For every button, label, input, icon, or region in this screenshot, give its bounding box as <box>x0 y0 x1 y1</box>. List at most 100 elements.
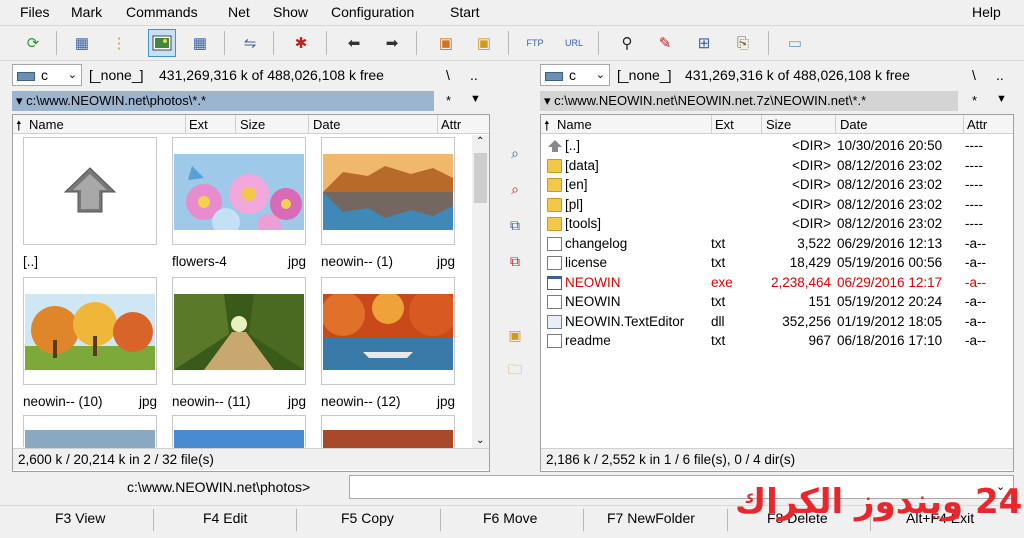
menu-files[interactable]: Files <box>20 4 50 20</box>
file-row[interactable]: [pl] 08/12/2016 23:02 ---- <DIR> <box>545 196 993 215</box>
left-file-panel[interactable]: 🠕 Name Ext Size Date Attr [..] flowers-4… <box>12 114 490 472</box>
menu-show[interactable]: Show <box>273 4 308 20</box>
left-history-star[interactable]: * <box>446 93 451 108</box>
f4-edit-button[interactable]: F4 Edit <box>203 510 247 526</box>
left-history-dropdown-icon[interactable]: ▼ <box>470 93 481 105</box>
col-attr[interactable]: Attr <box>441 117 461 132</box>
thumbnail-partial[interactable] <box>23 415 157 448</box>
refresh-icon[interactable]: ⟳ <box>19 29 47 57</box>
file-row[interactable]: readme txt 06/18/2016 17:10 -a-- 967 <box>545 332 993 351</box>
f6-move-button[interactable]: F6 Move <box>483 510 537 526</box>
col-attr[interactable]: Attr <box>967 117 987 132</box>
copy-files-icon[interactable]: ⧉ <box>504 214 526 236</box>
menu-help[interactable]: Help <box>972 4 1001 20</box>
ftp-connect-icon[interactable]: FTP <box>521 29 549 57</box>
thumbnail-neowin-1[interactable] <box>321 137 455 245</box>
menu-start[interactable]: Start <box>450 4 480 20</box>
file-row[interactable]: license txt 05/19/2016 00:56 -a-- 18,429 <box>545 254 993 273</box>
file-row[interactable]: NEOWIN exe 06/29/2016 12:17 -a-- 2,238,464 <box>545 274 993 293</box>
rename-icon[interactable]: ✎ <box>651 29 679 57</box>
unpack-icon[interactable]: ▣ <box>470 29 498 57</box>
f5-copy-button[interactable]: F5 Copy <box>341 510 394 526</box>
file-ext: txt <box>711 255 726 270</box>
file-row[interactable]: [en] 08/12/2016 23:02 ---- <DIR> <box>545 176 993 195</box>
file-row[interactable]: NEOWIN txt 05/19/2012 20:24 -a-- 151 <box>545 293 993 312</box>
left-drive-select[interactable]: c ⌄ <box>12 64 82 86</box>
right-up-button[interactable]: .. <box>996 67 1004 83</box>
copy-names-icon[interactable]: ⎘ <box>729 29 757 57</box>
exe-icon <box>547 275 562 290</box>
menu-mark[interactable]: Mark <box>71 4 102 20</box>
scrollbar-thumb[interactable] <box>474 153 487 203</box>
multi-rename-icon[interactable]: ⊞ <box>690 29 718 57</box>
move-files-icon[interactable]: ⧉ <box>504 250 526 272</box>
thumbnail-partial[interactable] <box>172 415 306 448</box>
left-up-button[interactable]: .. <box>470 67 478 83</box>
left-path[interactable]: ▾ c:\www.NEOWIN.net\photos\*.* <box>12 91 434 111</box>
right-root-button[interactable]: \ <box>972 67 976 83</box>
file-row[interactable]: NEOWIN.TextEditor dll 01/19/2012 18:05 -a--… <box>545 313 993 332</box>
drive-icon <box>17 71 35 81</box>
file-row[interactable]: [..] 10/30/2016 20:50 ---- <DIR> <box>545 137 993 156</box>
search-icon[interactable]: ⚲ <box>613 29 641 57</box>
col-date[interactable]: Date <box>313 117 340 132</box>
col-size[interactable]: Size <box>766 117 791 132</box>
fkey-separator <box>727 509 728 531</box>
thumbnail-name: neowin-- (1) <box>321 254 394 269</box>
new-folder-icon[interactable]: 🗀 <box>504 360 526 382</box>
right-history-star[interactable]: * <box>972 93 977 108</box>
col-size[interactable]: Size <box>240 117 265 132</box>
toolbar-separator <box>768 31 769 55</box>
right-path[interactable]: ▾ c:\www.NEOWIN.net\NEOWIN.net.7z\NEOWIN… <box>540 91 958 111</box>
pack-files-icon[interactable]: ▣ <box>504 324 526 346</box>
folder-icon <box>547 178 562 192</box>
col-name[interactable]: Name <box>29 117 64 132</box>
thumbnail-neowin-11[interactable] <box>172 277 306 385</box>
thumbnail-parent-dir[interactable] <box>23 137 157 245</box>
col-ext[interactable]: Ext <box>189 117 208 132</box>
back-icon[interactable]: ⬅ <box>340 29 368 57</box>
view-file-icon[interactable]: ⌕ <box>504 142 526 164</box>
f3-view-button[interactable]: F3 View <box>55 510 105 526</box>
forward-icon[interactable]: ➡ <box>378 29 406 57</box>
f7-newfolder-button[interactable]: F7 NewFolder <box>607 510 695 526</box>
notepad-icon[interactable]: ▭ <box>781 29 809 57</box>
col-name[interactable]: Name <box>557 117 592 132</box>
rocks-lake-image <box>323 154 453 230</box>
target-icon[interactable]: ✱ <box>287 29 315 57</box>
chevron-down-icon[interactable]: ⌄ <box>476 435 484 446</box>
file-size: 2,238,464 <box>770 274 831 290</box>
left-vertical-scrollbar[interactable]: ⌃ ⌄ <box>472 135 489 448</box>
right-drive-select[interactable]: c ⌄ <box>540 64 610 86</box>
right-status-bar: 2,186 k / 2,552 k in 1 / 6 file(s), 0 / … <box>541 448 1013 470</box>
menu-commands[interactable]: Commands <box>126 4 198 20</box>
file-name: [..] <box>565 138 581 153</box>
chevron-up-icon[interactable]: ⌃ <box>476 136 484 147</box>
pack-icon[interactable]: ▣ <box>432 29 460 57</box>
lake-boat-image <box>323 294 453 370</box>
file-date: 10/30/2016 20:50 <box>837 138 943 153</box>
brief-view-icon[interactable]: ▦ <box>68 29 96 57</box>
menu-net[interactable]: Net <box>228 4 250 20</box>
thumbnail-neowin-10[interactable] <box>23 277 157 385</box>
thumbnail-name: neowin-- (12) <box>321 394 401 409</box>
sync-icon[interactable]: ⇋ <box>236 29 264 57</box>
left-root-button[interactable]: \ <box>446 67 450 83</box>
thumbnail-partial[interactable] <box>321 415 455 448</box>
tree-icon[interactable]: ⋮ <box>105 29 133 57</box>
file-attr: ---- <box>965 216 983 231</box>
col-date[interactable]: Date <box>840 117 867 132</box>
compare-icon[interactable]: ▦ <box>186 29 214 57</box>
edit-file-icon[interactable]: ⌕ <box>504 178 526 200</box>
url-connect-icon[interactable]: URL <box>560 29 588 57</box>
file-row[interactable]: [tools] 08/12/2016 23:02 ---- <DIR> <box>545 215 993 234</box>
file-row[interactable]: [data] 08/12/2016 23:02 ---- <DIR> <box>545 157 993 176</box>
right-file-panel[interactable]: 🠕 Name Ext Size Date Attr [..] 10/30/2016… <box>540 114 1014 472</box>
menu-configuration[interactable]: Configuration <box>331 4 414 20</box>
thumbnail-flowers[interactable] <box>172 137 306 245</box>
thumbnail-neowin-12[interactable] <box>321 277 455 385</box>
right-history-dropdown-icon[interactable]: ▼ <box>996 93 1007 105</box>
thumbnail-view-icon[interactable] <box>148 29 176 57</box>
file-row[interactable]: changelog txt 06/29/2016 12:13 -a-- 3,522 <box>545 235 993 254</box>
col-ext[interactable]: Ext <box>715 117 734 132</box>
